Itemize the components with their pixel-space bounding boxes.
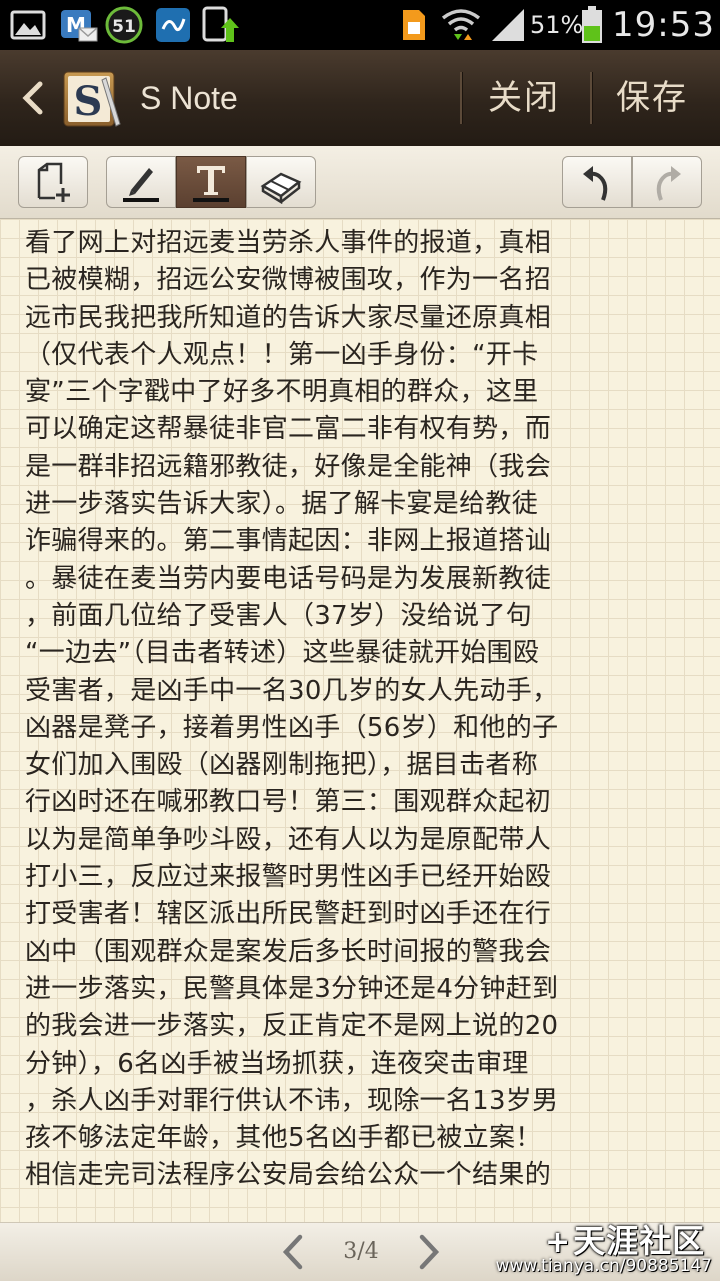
text-tool-button[interactable] bbox=[176, 156, 246, 208]
status-bar: M 51 51% 19:53 bbox=[0, 0, 720, 50]
title-divider bbox=[460, 72, 462, 124]
svg-text:51: 51 bbox=[112, 17, 136, 37]
sim-icon bbox=[398, 6, 430, 44]
signal-icon bbox=[490, 6, 526, 44]
sync-icon bbox=[154, 6, 192, 44]
note-line: 孩不够法定年龄，其他5名凶手都已被立案！ bbox=[25, 1123, 542, 1154]
note-line: 分钟），6名凶手被当场抓获，连夜突击审理 bbox=[25, 1048, 529, 1079]
previous-page-button[interactable] bbox=[268, 1227, 318, 1277]
svg-text:S: S bbox=[74, 78, 103, 125]
next-page-button[interactable] bbox=[404, 1227, 454, 1277]
note-line: 远市民我把我所知道的告诉大家尽量还原真相 bbox=[25, 302, 552, 333]
page-indicator: 3/4 bbox=[343, 1239, 379, 1264]
close-button[interactable]: 关闭 bbox=[488, 50, 560, 146]
note-line: 打小三，反应过来报警时男性凶手已经开始殴 bbox=[25, 862, 552, 893]
chevron-left-icon bbox=[22, 81, 43, 115]
chevron-right-icon bbox=[419, 1234, 440, 1270]
eraser-tool-button[interactable] bbox=[246, 156, 316, 208]
add-page-icon bbox=[37, 162, 70, 202]
battery-percent: 51% bbox=[530, 11, 584, 39]
redo-icon bbox=[656, 166, 681, 201]
toolbar bbox=[0, 146, 720, 219]
title-bar: S S Note 关闭 保存 bbox=[0, 50, 720, 146]
note-line: 行凶时还在喊邪教口号！第三：围观群众起初 bbox=[25, 787, 552, 818]
note-line: 相信走完司法程序公安局会给公众一个结果的 bbox=[25, 1160, 552, 1191]
note-line: 是一群非招远籍邪教徒，好像是全能神（我会 bbox=[25, 451, 552, 482]
pen-tool-button[interactable] bbox=[106, 156, 176, 208]
status-time: 19:53 bbox=[612, 5, 715, 45]
app-logo: S bbox=[62, 68, 124, 130]
note-line: 以为是简单争吵斗殴，还有人以为是原配带人 bbox=[25, 824, 552, 855]
undo-icon bbox=[583, 166, 608, 201]
redo-button[interactable] bbox=[632, 156, 702, 208]
add-page-button[interactable] bbox=[18, 156, 88, 208]
note-line: 进一步落实告诉大家）。据了解卡宴是给教徒 bbox=[25, 489, 539, 520]
badge-51-icon: 51 bbox=[104, 6, 144, 44]
text-icon bbox=[193, 166, 229, 202]
wifi-icon bbox=[440, 6, 482, 44]
watermark-url: www.tianya.cn/90885147 bbox=[495, 1256, 712, 1276]
note-line: 进一步落实，民警具体是3分钟还是4分钟赶到 bbox=[25, 973, 559, 1004]
note-line: 凶中（围观群众是案发后多长时间报的警我会 bbox=[25, 936, 552, 967]
back-button[interactable] bbox=[8, 70, 58, 126]
note-line: 女们加入围殴（凶器刚制拖把），据目击者称 bbox=[25, 750, 539, 781]
chevron-left-icon bbox=[282, 1234, 303, 1270]
note-line: 宴”三个字戳中了好多不明真相的群众，这里 bbox=[25, 377, 539, 408]
undo-button[interactable] bbox=[562, 156, 632, 208]
pen-icon bbox=[123, 168, 159, 202]
note-canvas[interactable]: 看了网上对招远麦当劳杀人事件的报道，真相 已被模糊，招远公安微博被围攻，作为一名招… bbox=[0, 219, 720, 1222]
title-divider bbox=[590, 72, 592, 124]
note-line: 凶器是凳子，接着男性凶手（56岁）和他的子 bbox=[25, 712, 559, 743]
note-line: 受害者，是凶手中一名30几岁的女人先动手， bbox=[25, 675, 559, 706]
note-line: 看了网上对招远麦当劳杀人事件的报道，真相 bbox=[25, 228, 552, 258]
note-line: 已被模糊，招远公安微博被围攻，作为一名招 bbox=[25, 265, 552, 296]
note-line: 的我会进一步落实，反正肯定不是网上说的20 bbox=[25, 1011, 559, 1042]
note-line: 诈骗得来的。第二事情起因：非网上报道搭讪 bbox=[25, 526, 552, 557]
eraser-icon bbox=[260, 172, 302, 204]
note-line: ，杀人凶手对罪行供认不讳，现除一名13岁男 bbox=[25, 1085, 559, 1116]
watermark-logo: +天涯社区 bbox=[545, 1222, 706, 1260]
gallery-icon bbox=[8, 6, 48, 44]
app-title: S Note bbox=[140, 80, 238, 116]
note-text[interactable]: 看了网上对招远麦当劳杀人事件的报道，真相 已被模糊，招远公安微博被围攻，作为一名招… bbox=[25, 225, 675, 1195]
note-line: （仅代表个人观点！！第一凶手身份：“开卡 bbox=[25, 339, 539, 370]
battery-icon bbox=[580, 6, 604, 44]
note-line: 打受害者！辖区派出所民警赶到时凶手还在行 bbox=[25, 899, 552, 930]
note-line: “一边去”（目击者转述）这些暴徒就开始围殴 bbox=[25, 638, 540, 669]
save-button[interactable]: 保存 bbox=[616, 50, 688, 146]
download-icon bbox=[200, 6, 240, 44]
mail-icon: M bbox=[58, 6, 100, 44]
note-line: 可以确定这帮暴徒非官二富二非有权有势，而 bbox=[25, 414, 552, 445]
note-line: ，前面几位给了受害人（37岁）没给说了句 bbox=[25, 600, 533, 631]
note-line: 。暴徒在麦当劳内要电话号码是为发展新教徒 bbox=[25, 563, 552, 594]
